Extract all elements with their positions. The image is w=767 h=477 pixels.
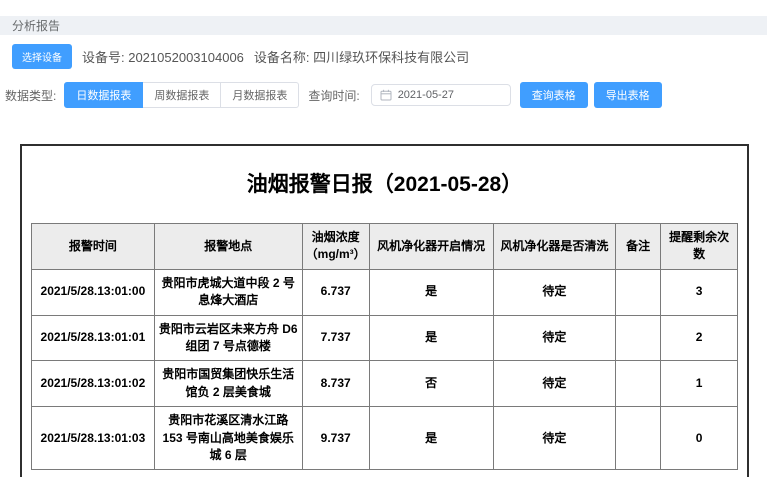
col-purifier-cleaned: 风机净化器是否清洗 — [493, 224, 616, 270]
cell-purifier-cleaned: 待定 — [493, 269, 616, 315]
cell-note — [616, 269, 661, 315]
cell-time: 2021/5/28.13:01:01 — [32, 315, 155, 361]
table-row: 2021/5/28.13:01:00 贵阳市虎城大道中段 2 号息烽大酒店 6.… — [32, 269, 738, 315]
cell-remaining: 1 — [661, 361, 738, 407]
data-type-label: 数据类型: — [5, 87, 56, 104]
cell-time: 2021/5/28.13:01:03 — [32, 407, 155, 470]
device-number-label: 设备号: 2021052003104006 — [82, 47, 244, 66]
device-name-label: 设备名称: 四川绿玖环保科技有限公司 — [254, 47, 469, 66]
cell-purifier-on: 否 — [369, 361, 493, 407]
cell-location: 贵阳市云岩区未来方舟 D6 组团 7 号点德楼 — [154, 315, 302, 361]
filter-bar: 数据类型: 日数据报表 周数据报表 月数据报表 查询时间: 2021-05-27… — [0, 82, 767, 108]
calendar-icon — [380, 89, 392, 101]
report-title: 油烟报警日报（2021-05-28） — [22, 168, 747, 198]
report-type-tabs: 日数据报表 周数据报表 月数据报表 — [64, 82, 299, 108]
date-picker-input[interactable]: 2021-05-27 — [371, 84, 511, 106]
report-panel: 油烟报警日报（2021-05-28） 报警时间 报警地点 油烟浓度 （mg/m³… — [20, 144, 749, 477]
cell-purifier-cleaned: 待定 — [493, 361, 616, 407]
cell-remaining: 0 — [661, 407, 738, 470]
export-table-button[interactable]: 导出表格 — [594, 82, 662, 108]
page-title-bar: 分析报告 — [0, 16, 767, 35]
cell-remaining: 3 — [661, 269, 738, 315]
cell-location: 贵阳市花溪区清水江路 153 号南山高地美食娱乐城 6 层 — [154, 407, 302, 470]
cell-purifier-cleaned: 待定 — [493, 407, 616, 470]
date-value: 2021-05-27 — [398, 89, 454, 101]
cell-concentration: 9.737 — [302, 407, 369, 470]
cell-concentration: 7.737 — [302, 315, 369, 361]
cell-remaining: 2 — [661, 315, 738, 361]
cell-location: 贵阳市虎城大道中段 2 号息烽大酒店 — [154, 269, 302, 315]
page-title: 分析报告 — [12, 17, 60, 34]
cell-time: 2021/5/28.13:01:00 — [32, 269, 155, 315]
cell-location: 贵阳市国贸集团快乐生活馆负 2 层美食城 — [154, 361, 302, 407]
table-row: 2021/5/28.13:01:01 贵阳市云岩区未来方舟 D6 组团 7 号点… — [32, 315, 738, 361]
cell-note — [616, 407, 661, 470]
table-header-row: 报警时间 报警地点 油烟浓度 （mg/m³） 风机净化器开启情况 风机净化器是否… — [32, 224, 738, 270]
cell-purifier-on: 是 — [369, 315, 493, 361]
cell-concentration: 6.737 — [302, 269, 369, 315]
col-concentration-unit: （mg/m³） — [306, 246, 366, 263]
device-bar: 选择设备 设备号: 2021052003104006 设备名称: 四川绿玖环保科… — [0, 35, 767, 78]
tab-weekly-report[interactable]: 周数据报表 — [142, 82, 221, 108]
cell-purifier-cleaned: 待定 — [493, 315, 616, 361]
col-alarm-location: 报警地点 — [154, 224, 302, 270]
cell-note — [616, 361, 661, 407]
table-row: 2021/5/28.13:01:03 贵阳市花溪区清水江路 153 号南山高地美… — [32, 407, 738, 470]
col-alarm-time: 报警时间 — [32, 224, 155, 270]
cell-concentration: 8.737 — [302, 361, 369, 407]
col-concentration: 油烟浓度 （mg/m³） — [302, 224, 369, 270]
cell-note — [616, 315, 661, 361]
col-purifier-status: 风机净化器开启情况 — [369, 224, 493, 270]
table-row: 2021/5/28.13:01:02 贵阳市国贸集团快乐生活馆负 2 层美食城 … — [32, 361, 738, 407]
tab-daily-report[interactable]: 日数据报表 — [64, 82, 143, 108]
select-device-button[interactable]: 选择设备 — [12, 44, 72, 69]
cell-time: 2021/5/28.13:01:02 — [32, 361, 155, 407]
alarm-table: 报警时间 报警地点 油烟浓度 （mg/m³） 风机净化器开启情况 风机净化器是否… — [31, 223, 738, 470]
cell-purifier-on: 是 — [369, 407, 493, 470]
col-concentration-label: 油烟浓度 — [312, 230, 360, 244]
query-time-label: 查询时间: — [308, 87, 359, 104]
tab-monthly-report[interactable]: 月数据报表 — [220, 82, 299, 108]
cell-purifier-on: 是 — [369, 269, 493, 315]
col-remark: 备注 — [616, 224, 661, 270]
query-table-button[interactable]: 查询表格 — [520, 82, 588, 108]
col-remaining-reminders: 提醒剩余次数 — [661, 224, 738, 270]
